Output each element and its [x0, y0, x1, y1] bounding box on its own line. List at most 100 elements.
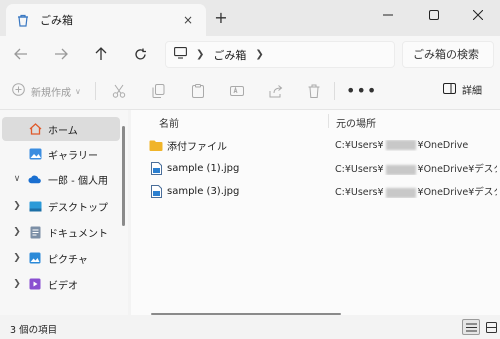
divider [334, 82, 335, 100]
tab-bar: ごみ箱 × + [0, 0, 500, 36]
address-bar[interactable]: ❯ ごみ箱 ❯ [165, 41, 395, 68]
original-location: C:¥Users¥¥OneDrive¥デスクトップ [335, 187, 497, 198]
chevron-down-icon: ∨ [75, 86, 81, 96]
sidebar-item-videos[interactable]: ❯ ビデオ [2, 272, 120, 296]
copy-icon [152, 84, 165, 98]
rename-button[interactable] [230, 80, 244, 102]
sidebar-item-label: ビデオ [48, 280, 78, 292]
chevron-down-icon[interactable]: ∨ [12, 174, 22, 184]
column-divider[interactable] [328, 114, 329, 128]
sidebar-item-label: ホーム [48, 125, 78, 137]
maximize-button[interactable] [412, 0, 456, 30]
tiles-view-icon [485, 321, 497, 333]
command-bar: 新規作成 ∨ ••• 詳細 [0, 72, 500, 110]
chevron-right-icon[interactable]: ❯ [12, 279, 22, 289]
original-location: C:¥Users¥¥OneDrive¥デスクトップ [335, 164, 497, 175]
refresh-button[interactable] [127, 42, 153, 66]
videos-icon [28, 277, 42, 291]
tab-title: ごみ箱 [40, 14, 73, 27]
chevron-right-icon[interactable]: ❯ [255, 49, 263, 60]
redacted-username [385, 164, 416, 175]
pictures-icon [28, 251, 42, 265]
details-view-button[interactable] [462, 319, 480, 335]
close-tab-icon[interactable]: × [180, 12, 196, 28]
image-file-icon [149, 161, 163, 175]
refresh-icon [134, 48, 146, 59]
paste-button[interactable] [192, 80, 204, 102]
details-pane-button[interactable]: 詳細 [443, 82, 482, 97]
rename-icon [230, 86, 244, 96]
column-header-name[interactable]: 名前 [159, 115, 179, 130]
desktop-icon [28, 199, 42, 213]
back-button[interactable] [8, 42, 34, 66]
address-segment[interactable]: ごみ箱 [213, 47, 246, 63]
original-location: C:¥Users¥ ¥OneDrive [335, 139, 469, 151]
image-file-icon [149, 184, 163, 198]
sidebar-item-onedrive[interactable]: ∨ 一郎 - 個人用 [2, 167, 120, 191]
copy-button[interactable] [152, 80, 165, 102]
minimize-button[interactable] [366, 0, 410, 30]
file-list: 名前 元の場所 添付ファイル C:¥Users¥ ¥OneDrive sample… [131, 110, 500, 315]
details-label: 詳細 [462, 86, 482, 97]
sidebar-item-desktop[interactable]: ❯ デスクトップ [2, 194, 120, 218]
scissors-icon [112, 84, 126, 98]
delete-button[interactable] [308, 80, 320, 102]
navigation-pane: ホーム ギャラリー ∨ 一郎 - 個人用 ❯ デスクトップ ❯ ドキュメント ❯… [0, 110, 128, 315]
list-item[interactable]: sample (3).jpg C:¥Users¥¥OneDrive¥デスクトップ [141, 180, 497, 202]
list-item[interactable]: 添付ファイル C:¥Users¥ ¥OneDrive [141, 134, 497, 156]
column-header-original-location[interactable]: 元の場所 [336, 115, 376, 130]
chevron-right-icon[interactable]: ❯ [12, 201, 22, 211]
gallery-icon [28, 147, 42, 161]
sidebar-item-documents[interactable]: ❯ ドキュメント [2, 220, 120, 244]
search-input[interactable]: ごみ箱の検索 [402, 41, 494, 68]
redacted-username [385, 140, 416, 150]
arrow-left-icon [14, 48, 27, 60]
list-item[interactable]: sample (1).jpg C:¥Users¥¥OneDrive¥デスクトップ [141, 157, 497, 179]
list-view-icon [465, 323, 477, 331]
tab-recycle-bin[interactable]: ごみ箱 × [6, 4, 206, 36]
folder-icon [149, 138, 163, 152]
status-bar: 3 個の項目 [0, 315, 500, 339]
sidebar-item-label: ドキュメント [48, 228, 108, 240]
sidebar-item-label: 一郎 - 個人用 [48, 175, 108, 187]
chevron-right-icon[interactable]: ❯ [12, 227, 22, 237]
share-icon [269, 84, 283, 97]
clipboard-icon [192, 84, 204, 98]
trash-icon [308, 84, 320, 98]
sidebar-item-gallery[interactable]: ギャラリー [2, 142, 120, 166]
sidebar-item-label: ピクチャ [48, 254, 88, 266]
tiles-view-button[interactable] [482, 319, 500, 335]
item-count: 3 個の項目 [10, 325, 58, 336]
forward-button[interactable] [48, 42, 74, 66]
new-tab-button[interactable]: + [212, 9, 230, 27]
arrow-right-icon [55, 48, 68, 60]
share-button[interactable] [269, 80, 283, 102]
new-button-label: 新規作成 [31, 87, 71, 99]
arrow-up-icon [95, 47, 107, 60]
home-icon [28, 122, 42, 136]
onedrive-cloud-icon [28, 172, 42, 186]
divider [95, 82, 96, 100]
cut-button[interactable] [112, 80, 126, 102]
close-window-button[interactable] [456, 0, 500, 30]
sidebar-item-label: ギャラリー [48, 150, 98, 162]
monitor-icon [174, 47, 187, 62]
navigation-bar: ❯ ごみ箱 ❯ ごみ箱の検索 [0, 36, 500, 72]
details-pane-icon [443, 82, 456, 97]
file-name: 添付ファイル [167, 141, 227, 153]
new-button[interactable]: 新規作成 ∨ [12, 80, 81, 102]
up-button[interactable] [88, 42, 114, 66]
file-name: sample (3).jpg [167, 185, 240, 197]
plus-circle-icon [12, 83, 25, 99]
sidebar-item-home[interactable]: ホーム [2, 117, 120, 141]
more-options-button[interactable]: ••• [346, 81, 377, 100]
sidebar-item-label: デスクトップ [48, 202, 108, 214]
chevron-right-icon: ❯ [196, 49, 205, 60]
redacted-username [385, 187, 416, 198]
chevron-right-icon[interactable]: ❯ [12, 253, 22, 263]
documents-icon [28, 225, 42, 239]
sidebar-scrollbar[interactable] [122, 126, 125, 226]
file-explorer-window: ごみ箱 × + ❯ ごみ箱 ❯ ごみ箱の検索 新規作成 ∨ ••• 詳細 ホーム… [0, 0, 500, 339]
sidebar-item-pictures[interactable]: ❯ ピクチャ [2, 246, 120, 270]
file-name: sample (1).jpg [167, 162, 240, 174]
